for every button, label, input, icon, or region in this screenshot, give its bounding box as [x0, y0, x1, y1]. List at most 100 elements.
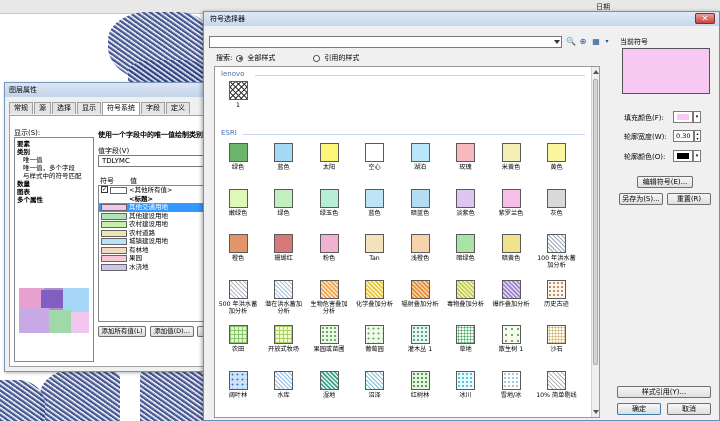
tab-6[interactable]: 定义 — [166, 102, 190, 114]
add-values-button[interactable]: 添加值(D)... — [150, 326, 194, 337]
symbol-swatch[interactable] — [101, 221, 127, 228]
symbol-item[interactable]: 湖泊 — [399, 143, 441, 171]
value-field-select[interactable]: TDLYMC — [98, 155, 218, 167]
tree-item[interactable]: 类别 — [17, 148, 91, 156]
table-row[interactable]: 农村道路 — [99, 229, 217, 238]
symbol-item[interactable]: 爆炸叠加分析 — [490, 279, 532, 308]
cancel-button[interactable]: 取消 — [667, 403, 711, 415]
symbol-swatch[interactable] — [101, 238, 127, 245]
symbol-item[interactable]: 葡萄园 — [354, 325, 396, 353]
checkbox[interactable]: ✓ — [101, 186, 108, 193]
scope-ref-radio[interactable] — [313, 54, 321, 62]
symbol-item[interactable]: 空心 — [354, 143, 396, 171]
table-row[interactable]: ✓ <其他所有值> — [99, 186, 217, 195]
symbol-swatch[interactable] — [101, 263, 127, 271]
symbol-item[interactable]: 湿地 — [308, 370, 350, 399]
symbol-item[interactable]: 绿色 — [217, 143, 259, 171]
tree-item[interactable]: 要素 — [17, 140, 91, 148]
symbol-item[interactable]: 毒物叠加分析 — [445, 279, 487, 308]
symbol-item[interactable]: 橙色 — [217, 234, 259, 262]
symbol-item[interactable]: 开放式牧场 — [263, 325, 305, 353]
symbol-item[interactable]: 太阳 — [308, 143, 350, 171]
symbol-item[interactable]: 绿色 — [263, 188, 305, 217]
symbol-swatch[interactable] — [101, 204, 127, 211]
symbol-item[interactable]: 黄色 — [536, 143, 578, 171]
symbol-item[interactable]: 绿玉色 — [308, 188, 350, 217]
symbol-swatch[interactable] — [110, 187, 127, 194]
tab-3[interactable]: 显示 — [77, 102, 101, 114]
scroll-up-icon[interactable] — [593, 70, 599, 74]
symbol-swatch[interactable] — [101, 255, 127, 262]
symbol-swatch[interactable] — [101, 212, 127, 220]
symbol-item[interactable]: 沙石 — [536, 325, 578, 353]
close-button[interactable]: ✕ — [695, 13, 715, 24]
tab-4[interactable]: 符号系统 — [102, 102, 140, 115]
fill-color-picker[interactable] — [673, 111, 693, 123]
scroll-down-icon[interactable] — [593, 410, 599, 414]
table-row[interactable]: 其他交通用地 — [99, 203, 217, 212]
outline-width-stepper[interactable]: ▴ ▾ — [694, 130, 701, 142]
search-input[interactable] — [209, 36, 562, 48]
tab-5[interactable]: 字段 — [141, 102, 165, 114]
symbol-item[interactable]: 水库 — [263, 370, 305, 399]
table-row[interactable]: <标题> — [99, 195, 217, 204]
tree-item[interactable]: 数量 — [17, 180, 91, 188]
symbol-item[interactable]: 紫罗兰色 — [490, 188, 532, 217]
symbol-item[interactable]: 果园或苗圃 — [308, 325, 350, 353]
zoom-icon[interactable]: ⊕ — [578, 37, 588, 47]
symbol-item[interactable]: 蓝色 — [263, 143, 305, 171]
symbol-item[interactable]: 米黄色 — [490, 143, 532, 171]
symbol-item[interactable]: 暗黄色 — [490, 234, 532, 262]
chevron-down-icon[interactable] — [554, 40, 560, 44]
symbol-item[interactable]: 粉色 — [308, 234, 350, 262]
symbol-item[interactable]: 嫩绿色 — [217, 188, 259, 217]
ok-button[interactable]: 确定 — [617, 403, 661, 415]
tree-item[interactable]: 唯一值，多个字段 — [17, 164, 91, 172]
table-row[interactable]: 有林地 — [99, 246, 217, 255]
symbol-item[interactable]: 历史古迹 — [536, 279, 578, 308]
symbol-item[interactable]: 草地 — [445, 325, 487, 353]
tree-item[interactable]: 唯一值 — [17, 156, 91, 164]
symbol-item[interactable]: 100 年洪水蓄加分析 — [536, 234, 578, 269]
table-row[interactable]: 水浇地 — [99, 263, 217, 272]
reset-button[interactable]: 重置(R) — [667, 193, 711, 205]
tab-1[interactable]: 源 — [34, 102, 51, 114]
table-row[interactable]: 城镇建设用地 — [99, 237, 217, 246]
symbol-item[interactable]: 辐射叠加分析 — [399, 279, 441, 308]
symbol-item[interactable]: 散生树 1 — [490, 325, 532, 353]
scope-all-radio[interactable] — [236, 54, 244, 62]
symbol-item[interactable]: 生物危害叠加分析 — [308, 279, 350, 315]
symbol-value-list[interactable]: ✓ <其他所有值> <标题> 其他交通用地 其他建设用地 农村建设用地 农村道路 城镇建设用地… — [98, 185, 218, 322]
symbol-item[interactable]: 灌木丛 1 — [399, 325, 441, 353]
symbol-swatch[interactable] — [101, 229, 127, 237]
symbol-item[interactable]: 淡紫色 — [445, 188, 487, 217]
search-icon[interactable]: 🔍 — [566, 37, 576, 47]
symbol-item[interactable]: 珊瑚红 — [263, 234, 305, 262]
symbol-item[interactable]: 玫瑰 — [445, 143, 487, 171]
gallery-scrollbar[interactable] — [591, 67, 599, 417]
symbol-item[interactable]: 雪地/冰 — [490, 370, 532, 399]
symbol-item[interactable]: 沼泽 — [354, 370, 396, 399]
outline-color-picker[interactable] — [673, 150, 693, 162]
tree-item[interactable]: 图表 — [17, 188, 91, 196]
tree-item[interactable]: 与样式中的符号匹配 — [17, 172, 91, 180]
outline-color-dropdown-icon[interactable]: ▾ — [693, 150, 701, 162]
edit-symbol-button[interactable]: 编辑符号(E)... — [637, 176, 693, 188]
symbol-item[interactable]: 化学叠加分析 — [354, 279, 396, 308]
symbol-item[interactable]: 1 — [217, 81, 259, 109]
symbol-item[interactable]: 农田 — [217, 325, 259, 353]
symbol-item[interactable]: 灰色 — [536, 188, 578, 217]
symbol-gallery[interactable]: lenovo ESRI 1 绿色 蓝色 太阳 空心 湖泊 玫瑰 米黄色 黄色 嫩绿色 绿色 绿玉色 蓝色… — [214, 66, 600, 418]
table-row[interactable]: 果园 — [99, 254, 217, 263]
outline-width-input[interactable]: 0.30 — [673, 130, 694, 142]
fill-color-dropdown-icon[interactable]: ▾ — [693, 111, 701, 123]
symbol-item[interactable]: 10% 简单剔线 — [536, 370, 578, 399]
symbol-item[interactable]: 500 年洪水蓄加分析 — [217, 279, 259, 315]
symbol-item[interactable]: 暗绿色 — [445, 234, 487, 262]
scroll-thumb[interactable] — [593, 79, 598, 365]
symbol-item[interactable]: 潜在洪水蓄加分析 — [263, 279, 305, 315]
view-dropdown-icon[interactable]: ▾ — [602, 37, 612, 47]
symbol-item[interactable]: 阔叶林 — [217, 370, 259, 399]
symbol-item[interactable]: 冰川 — [445, 370, 487, 399]
tab-2[interactable]: 选择 — [52, 102, 76, 114]
